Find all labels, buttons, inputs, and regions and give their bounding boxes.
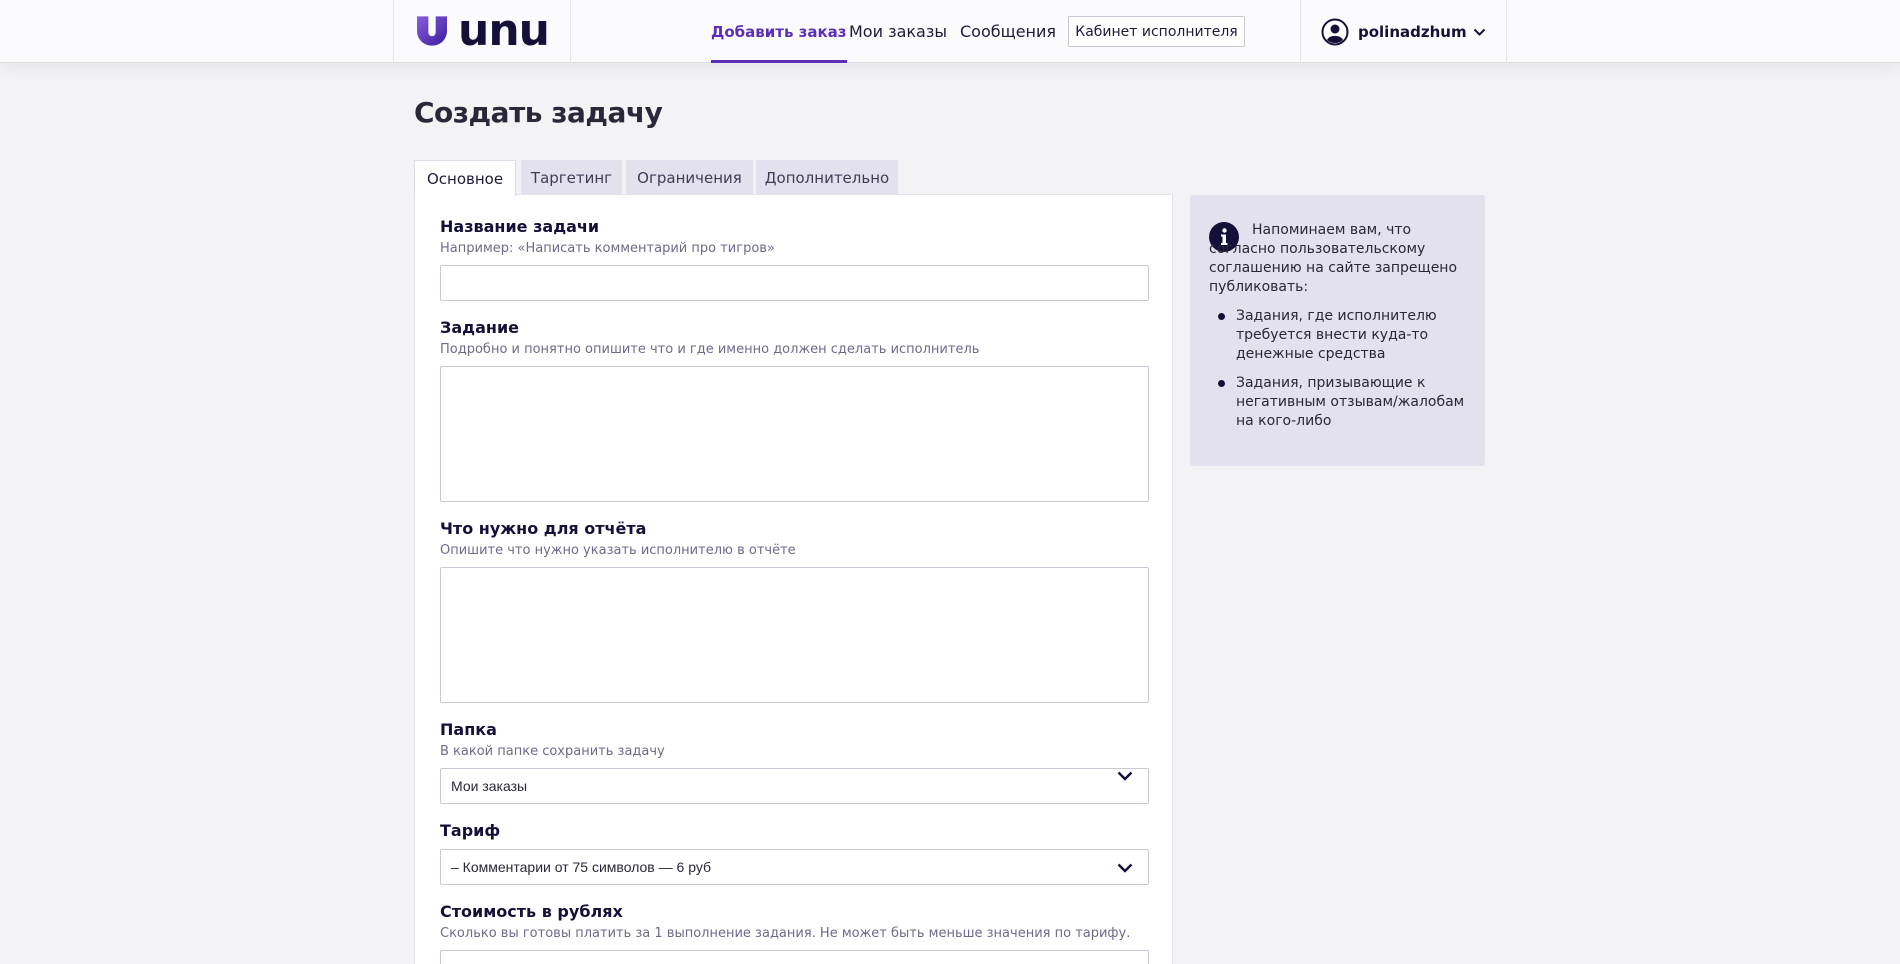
task-description-label: Задание [440, 318, 519, 337]
task-description-hint: Подробно и понятно опишите что и где име… [440, 342, 980, 357]
tariff-select[interactable]: – Комментарии от 75 символов — 6 руб [440, 849, 1149, 885]
tab-targeting[interactable]: Таргетинг [521, 160, 622, 195]
logo-text: unu [458, 5, 550, 56]
executor-cabinet-button[interactable]: Кабинет исполнителя [1068, 16, 1245, 47]
nav-my-orders[interactable]: Мои заказы [849, 0, 947, 63]
page-title: Создать задачу [414, 96, 663, 129]
task-name-label: Название задачи [440, 217, 600, 236]
site-logo[interactable]: unu [417, 5, 550, 56]
user-menu[interactable]: polinadzhum [1321, 17, 1486, 47]
tariff-selected-value: – Комментарии от 75 символов — 6 руб [451, 859, 711, 875]
chevron-down-icon [1117, 771, 1133, 781]
user-name: polinadzhum [1358, 23, 1467, 41]
report-field: Что нужно для отчёта Опишите что нужно у… [440, 519, 1149, 703]
folder-selected-value: Мои заказы [451, 778, 528, 794]
folder-label: Папка [440, 720, 497, 739]
tab-main[interactable]: Основное [414, 160, 516, 196]
task-form-panel: Название задачи Например: «Написать комм… [414, 194, 1173, 964]
report-hint: Опишите что нужно указать исполнителю в … [440, 543, 796, 558]
task-name-input[interactable] [440, 265, 1149, 301]
price-hint: Сколько вы готовы платить за 1 выполнени… [440, 926, 1131, 941]
task-description-field: Задание Подробно и понятно опишите что и… [440, 318, 1149, 502]
rules-reminder-box: Напоминаем вам, что согласно пользовател… [1190, 195, 1485, 466]
user-avatar-icon [1321, 18, 1349, 46]
folder-hint: В какой папке сохранить задачу [440, 744, 665, 759]
report-label: Что нужно для отчёта [440, 519, 647, 538]
price-field: Стоимость в рублях Сколько вы готовы пла… [440, 902, 1149, 964]
tab-limits[interactable]: Ограничения [626, 160, 753, 195]
logo-mark-icon [417, 16, 448, 46]
tab-extra[interactable]: Дополнительно [756, 160, 898, 195]
folder-field: Папка В какой папке сохранить задачу Мои… [440, 720, 1149, 804]
bullet-icon [1218, 313, 1225, 320]
report-textarea[interactable] [440, 567, 1149, 703]
task-name-hint: Например: «Написать комментарий про тигр… [440, 241, 775, 256]
rules-list: Задания, где исполнителю требуется внест… [1218, 307, 1468, 441]
task-description-textarea[interactable] [440, 366, 1149, 502]
rules-list-item-text: Задания, призывающие к негативным отзыва… [1236, 375, 1465, 429]
top-navigation-bar: unu Добавить заказ Мои заказы Сообщения … [0, 0, 1900, 63]
header-divider [1300, 0, 1301, 63]
task-name-field: Название задачи Например: «Написать комм… [440, 217, 1149, 301]
rules-reminder-text: Напоминаем вам, что согласно пользовател… [1209, 222, 1458, 295]
price-input[interactable] [440, 950, 1149, 964]
header-divider [570, 0, 571, 63]
nav-messages[interactable]: Сообщения [960, 0, 1056, 63]
bullet-icon [1218, 380, 1225, 387]
rules-list-item: Задания, где исполнителю требуется внест… [1218, 307, 1468, 364]
header-container: unu Добавить заказ Мои заказы Сообщения … [393, 0, 1507, 63]
nav-add-order[interactable]: Добавить заказ [711, 0, 847, 63]
rules-list-item: Задания, призывающие к негативным отзыва… [1218, 374, 1468, 431]
tariff-label: Тариф [440, 821, 501, 840]
price-label: Стоимость в рублях [440, 902, 623, 921]
rules-list-item-text: Задания, где исполнителю требуется внест… [1236, 308, 1437, 362]
chevron-down-icon [1117, 863, 1133, 873]
folder-select[interactable]: Мои заказы [440, 768, 1149, 804]
tariff-field: Тариф – Комментарии от 75 символов — 6 р… [440, 821, 1149, 885]
chevron-down-icon [1473, 28, 1485, 36]
